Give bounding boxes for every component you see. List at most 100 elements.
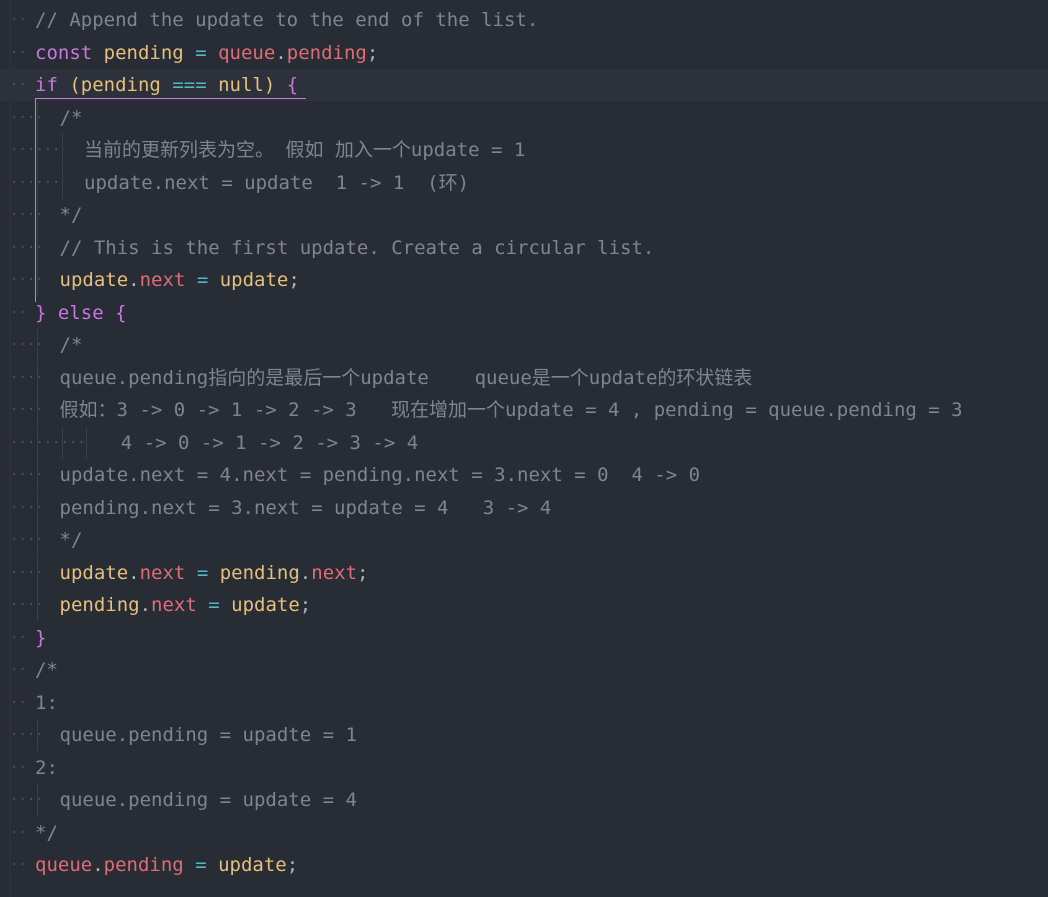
code-line[interactable]: ·· 2: bbox=[0, 752, 1048, 784]
code-text: const pending = queue.pending; bbox=[35, 37, 378, 69]
code-token: next bbox=[311, 561, 358, 584]
indent-guide bbox=[37, 589, 38, 621]
whitespace-marker: ·· bbox=[10, 662, 27, 678]
code-line[interactable]: ···· update.next = 4.next = pending.next … bbox=[0, 459, 1048, 491]
whitespace-marker: ···· bbox=[10, 597, 44, 613]
indent-guide bbox=[37, 394, 38, 426]
code-text: */ bbox=[60, 524, 83, 556]
code-line[interactable]: ·· /* bbox=[0, 654, 1048, 686]
indent-guide bbox=[37, 784, 38, 816]
code-token: queue bbox=[35, 854, 93, 876]
code-token: update bbox=[59, 561, 129, 584]
code-token: pending bbox=[80, 74, 161, 96]
code-text: 4 -> 0 -> 1 -> 2 -> 3 -> 4 bbox=[121, 427, 418, 459]
code-token: 4 -> 0 -> 1 -> 2 -> 3 -> 4 bbox=[120, 431, 419, 454]
code-token: } bbox=[35, 301, 47, 324]
code-text: } bbox=[35, 622, 46, 654]
code-text: pending.next = 3.next = update = 4 3 -> … bbox=[60, 492, 552, 524]
whitespace-marker: ·· bbox=[10, 629, 27, 646]
indent-guide bbox=[37, 329, 38, 361]
whitespace-marker: ·· bbox=[10, 304, 27, 321]
code-line[interactable]: ···· queue.pending = upadte = 1 bbox=[0, 719, 1048, 751]
code-line[interactable]: ·· // Append the update to the end of the… bbox=[0, 4, 1048, 36]
code-line[interactable]: ·· const pending = queue.pending; bbox=[0, 37, 1048, 69]
code-token: . bbox=[299, 561, 312, 584]
indent-guide bbox=[37, 719, 38, 751]
code-token: pending bbox=[103, 41, 184, 64]
code-token: = bbox=[208, 594, 220, 616]
block-scope-indicator bbox=[35, 97, 306, 302]
indent-guide bbox=[86, 426, 87, 459]
code-token: = bbox=[195, 41, 207, 64]
whitespace-marker: ···· bbox=[10, 402, 44, 418]
code-token: } bbox=[35, 626, 47, 649]
code-line[interactable]: ···· queue.pending指向的是最后一个update queue是一个… bbox=[0, 361, 1048, 394]
code-token: ; bbox=[366, 41, 379, 64]
code-token: ( bbox=[57, 74, 81, 96]
code-line[interactable]: ···· 假如：3 -> 0 -> 1 -> 2 -> 3 现在增加一个updat… bbox=[0, 394, 1048, 426]
code-token: queue.pending = update = 4 bbox=[59, 789, 357, 811]
code-token: null bbox=[218, 74, 264, 96]
code-token: /* bbox=[59, 334, 83, 356]
code-token: ; bbox=[286, 854, 299, 876]
code-text: if (pending === null) { bbox=[35, 69, 298, 101]
whitespace-marker: ·· bbox=[10, 12, 27, 28]
code-text: */ bbox=[35, 817, 58, 849]
code-token: ; bbox=[299, 594, 312, 616]
code-token: pending bbox=[219, 561, 300, 584]
code-line[interactable]: ···· pending.next = update; bbox=[0, 589, 1048, 621]
code-token: = bbox=[195, 854, 207, 876]
code-line[interactable]: ·· if (pending === null) { bbox=[0, 69, 1048, 101]
whitespace-marker: ···· bbox=[10, 337, 44, 353]
code-token: */ bbox=[59, 529, 83, 551]
indent-guide bbox=[37, 524, 38, 556]
code-text: queue.pending = update; bbox=[35, 849, 298, 881]
code-line[interactable]: ·· queue.pending = update; bbox=[0, 849, 1048, 881]
code-line[interactable]: ··} bbox=[0, 622, 1048, 654]
code-line[interactable]: ···· */ bbox=[0, 524, 1048, 556]
code-token: ; bbox=[357, 561, 369, 584]
whitespace-marker: ········· bbox=[10, 434, 86, 451]
whitespace-marker: ···· bbox=[10, 532, 44, 548]
code-editor[interactable]: ·· // Append the update to the end of the… bbox=[0, 0, 1048, 897]
whitespace-marker: ·· bbox=[10, 824, 27, 841]
code-token: */ bbox=[35, 821, 58, 844]
code-line[interactable]: ···· pending.next = 3.next = update = 4 3… bbox=[0, 491, 1048, 524]
code-line[interactable]: ···· /* bbox=[0, 329, 1048, 361]
whitespace-marker: ···· bbox=[10, 727, 44, 743]
code-token: . bbox=[275, 41, 287, 64]
code-token: queue.pending = upadte = 1 bbox=[59, 724, 357, 746]
code-token: queue bbox=[218, 41, 276, 64]
code-line[interactable]: ···· queue.pending = update = 4 bbox=[0, 784, 1048, 816]
code-text: 2: bbox=[35, 752, 58, 784]
whitespace-marker: ·· bbox=[10, 759, 27, 776]
code-token: ) bbox=[263, 74, 287, 96]
code-token: . bbox=[139, 594, 152, 616]
whitespace-marker: ···· bbox=[10, 792, 44, 808]
code-text: queue.pending指向的是最后一个update queue是一个upda… bbox=[60, 362, 753, 394]
whitespace-marker: ·· bbox=[10, 857, 27, 873]
code-line[interactable]: ···· update.next = pending.next; bbox=[0, 556, 1048, 589]
whitespace-marker: ·· bbox=[10, 77, 27, 93]
code-line[interactable]: ·· */ bbox=[0, 817, 1048, 849]
code-token: { bbox=[286, 74, 299, 96]
code-line[interactable]: ········· 4 -> 0 -> 1 -> 2 -> 3 -> 4 bbox=[0, 426, 1048, 459]
indent-guide bbox=[37, 459, 38, 491]
code-line[interactable]: ·· 1: bbox=[0, 687, 1048, 719]
indent-guide bbox=[37, 361, 38, 394]
code-token: /* bbox=[35, 659, 58, 681]
code-token: update bbox=[231, 594, 300, 616]
code-token: 假如：3 -> 0 -> 1 -> 2 -> 3 现在增加一个update = … bbox=[59, 399, 963, 421]
code-token: pending bbox=[103, 854, 184, 876]
